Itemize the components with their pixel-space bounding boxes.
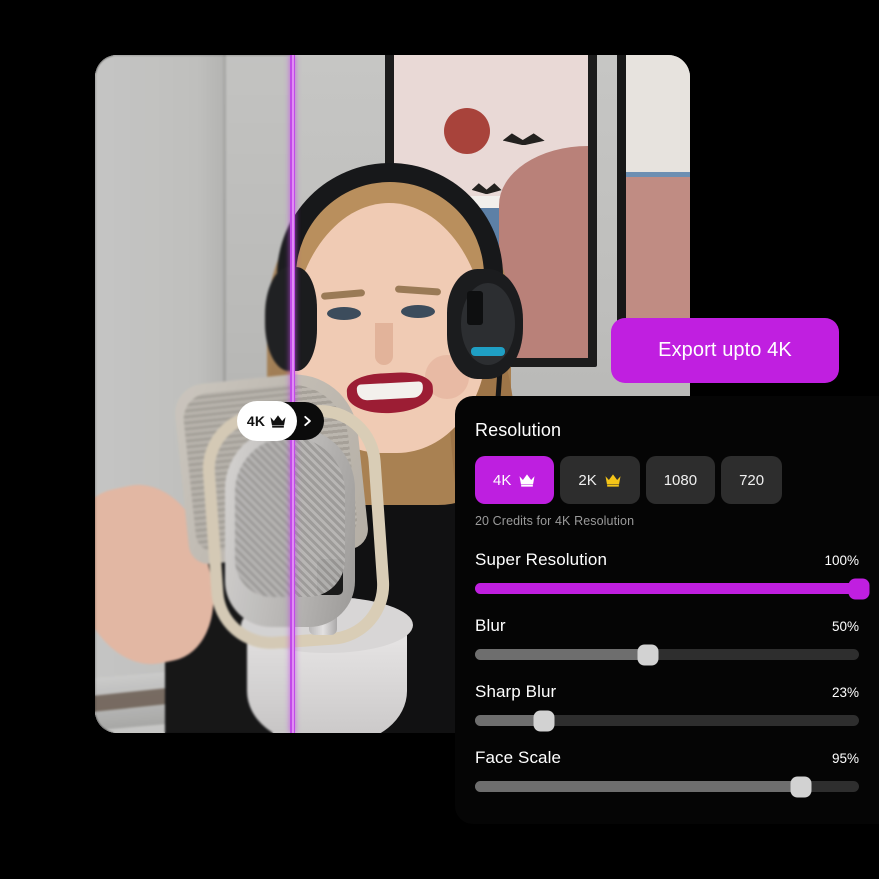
resolution-option-720[interactable]: 720 — [721, 456, 783, 504]
slider-handle[interactable] — [637, 644, 659, 665]
comparison-divider-core — [292, 55, 294, 733]
export-tooltip-label: Export upto 4K — [658, 339, 792, 361]
crown-icon — [519, 474, 535, 487]
headphone-accent — [471, 347, 505, 356]
resolution-option-label: 720 — [739, 471, 765, 489]
resolution-option-2k[interactable]: 2K — [560, 456, 640, 504]
slider-header: Super Resolution 100% — [475, 550, 859, 570]
slider-fill — [475, 583, 859, 594]
settings-panel: Resolution 4K 2K 1080 720 20 Credits for … — [455, 396, 879, 824]
quality-badge-pill[interactable]: 4K — [237, 401, 297, 441]
crown-icon — [605, 474, 621, 487]
slider-label: Sharp Blur — [475, 682, 557, 701]
slider-track[interactable] — [475, 776, 859, 797]
slider-super-resolution[interactable]: Super Resolution 100% — [475, 550, 870, 599]
app-root: 4K Export upto 4K Resolution 4K 2K 1080 7… — [0, 0, 879, 879]
resolution-option-label: 4K — [493, 471, 512, 489]
resolution-section-title: Resolution — [475, 420, 562, 440]
slider-track[interactable] — [475, 644, 859, 665]
slider-track[interactable] — [475, 578, 870, 599]
chevron-right-icon — [304, 415, 311, 427]
slider-face-scale[interactable]: Face Scale 95% — [475, 748, 859, 797]
slider-header: Blur 50% — [475, 616, 859, 636]
resolution-option-label: 1080 — [663, 471, 698, 489]
slider-track[interactable] — [475, 710, 859, 731]
slider-value: 100% — [824, 553, 859, 568]
quality-badge[interactable]: 4K — [237, 401, 324, 441]
crown-icon — [270, 415, 286, 428]
slider-value: 23% — [831, 685, 859, 700]
resolution-option-label: 2K — [578, 471, 597, 489]
quality-badge-label: 4K — [246, 413, 266, 429]
credits-note: 20 Credits for 4K Resolution — [475, 514, 635, 528]
slider-header: Face Scale 95% — [475, 748, 859, 768]
slider-sharp-blur[interactable]: Sharp Blur 23% — [475, 682, 859, 731]
resolution-options: 4K 2K 1080 720 — [475, 456, 859, 504]
slider-fill — [475, 649, 648, 660]
headphone-detail — [467, 291, 483, 325]
wall-art-slim — [617, 55, 690, 333]
nose — [375, 323, 393, 365]
slider-header: Sharp Blur 23% — [475, 682, 859, 702]
export-tooltip: Export upto 4K — [611, 318, 839, 383]
slider-value: 50% — [831, 619, 859, 634]
slider-blur[interactable]: Blur 50% — [475, 616, 859, 665]
slider-value: 95% — [831, 751, 859, 766]
resolution-option-4k[interactable]: 4K — [475, 456, 555, 504]
slider-fill — [475, 781, 802, 792]
slider-handle[interactable] — [790, 776, 812, 797]
adjustment-sliders: Super Resolution 100% Blur 50% Sharp Blu… — [475, 550, 870, 797]
slider-label: Blur — [475, 616, 506, 635]
resolution-option-1080[interactable]: 1080 — [645, 456, 716, 504]
slider-handle[interactable] — [848, 578, 870, 599]
slider-label: Super Resolution — [475, 550, 608, 569]
slider-handle[interactable] — [533, 710, 555, 731]
slider-label: Face Scale — [475, 748, 562, 767]
